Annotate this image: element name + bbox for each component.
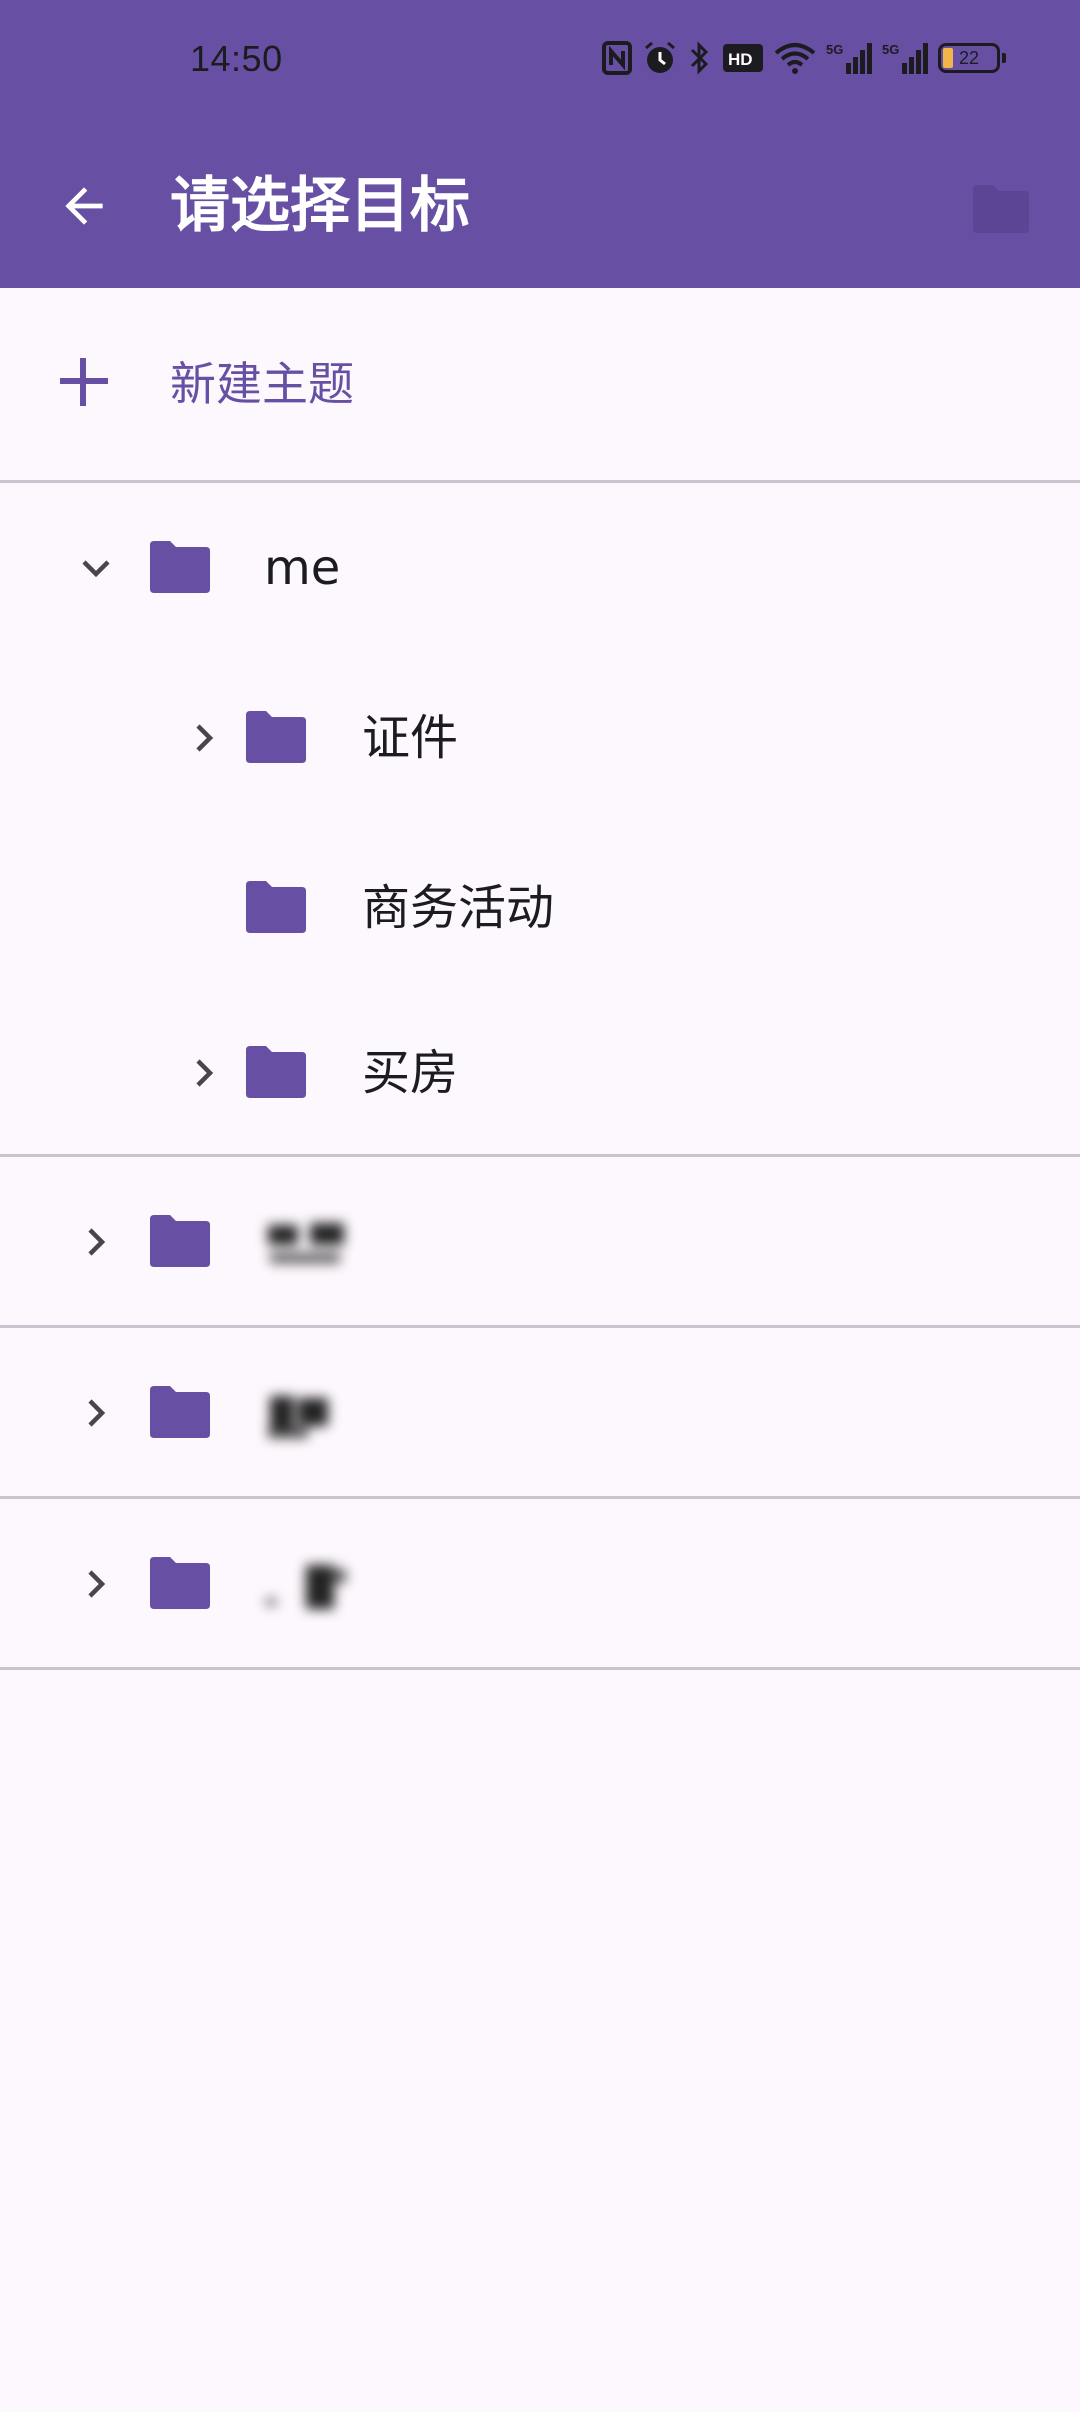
app-bar: 14:50 HD 5G 5G 22 请选择目标 — [0, 0, 1080, 288]
folder-icon — [246, 1046, 306, 1098]
new-topic-label: 新建主题 — [170, 357, 354, 411]
tree-item-child-1[interactable]: 证件 — [0, 653, 1080, 823]
blurred-label — [266, 1565, 346, 1609]
folder-icon — [246, 881, 306, 933]
blurred-label — [268, 1223, 344, 1263]
back-button[interactable] — [38, 160, 130, 252]
signal-5g-icon: 5G — [882, 41, 928, 75]
tree-item-child-2[interactable]: 商务活动 — [0, 823, 1080, 993]
tree-item-folder-4[interactable] — [0, 1499, 1080, 1669]
signal-5g-icon: 5G — [826, 41, 872, 75]
battery-icon: 22 — [938, 43, 1006, 73]
chevron-right-icon — [196, 1059, 214, 1087]
status-bar: 14:50 HD 5G 5G 22 — [0, 0, 1080, 124]
tree-item-label: 商务活动 — [362, 880, 555, 936]
tree-item-label: 买房 — [362, 1045, 459, 1101]
svg-text:5G: 5G — [882, 42, 899, 57]
chevron-right-icon — [88, 1399, 106, 1427]
svg-text:5G: 5G — [826, 42, 843, 57]
chevron-right-icon — [88, 1228, 106, 1256]
status-time: 14:50 — [190, 38, 283, 79]
folder-icon — [150, 1215, 210, 1267]
alarm-icon — [642, 40, 678, 76]
status-icons: HD 5G 5G 22 — [602, 38, 1006, 78]
nfc-icon — [602, 41, 632, 75]
toolbar: 请选择目标 — [0, 124, 1080, 288]
tree-item-label: me — [264, 540, 341, 596]
wifi-icon — [774, 41, 816, 75]
folder-icon — [150, 541, 210, 593]
folder-icon — [150, 1386, 210, 1438]
bluetooth-icon — [688, 40, 712, 76]
divider — [0, 1667, 1080, 1670]
new-topic-button[interactable]: 新建主题 — [0, 288, 1080, 480]
chevron-down-icon — [82, 560, 110, 578]
hd-icon: HD — [722, 43, 764, 73]
chevron-right-icon — [196, 724, 214, 752]
folder-icon — [246, 711, 306, 763]
page-title: 请选择目标 — [170, 171, 470, 241]
blurred-label — [268, 1396, 328, 1438]
chevron-right-icon — [88, 1570, 106, 1598]
folder-action-button[interactable] — [956, 164, 1046, 254]
tree-item-folder-3[interactable] — [0, 1328, 1080, 1498]
tree-item-me[interactable]: me — [0, 483, 1080, 653]
folder-icon — [150, 1557, 210, 1609]
folder-icon — [973, 185, 1029, 233]
tree-item-child-3[interactable]: 买房 — [0, 988, 1080, 1158]
plus-icon — [60, 358, 108, 406]
tree-item-folder-2[interactable] — [0, 1157, 1080, 1327]
svg-text:HD: HD — [728, 50, 753, 69]
tree-item-label: 证件 — [362, 710, 459, 766]
arrow-back-icon — [65, 187, 103, 225]
